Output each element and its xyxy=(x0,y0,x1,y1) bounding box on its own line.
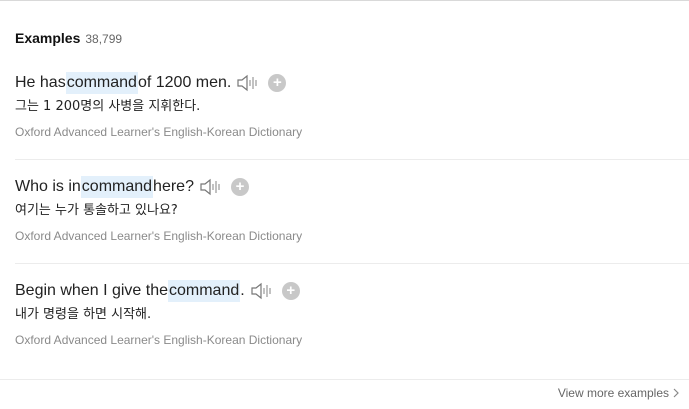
speaker-icon[interactable] xyxy=(199,177,223,197)
example-translation: 여기는 누가 통솔하고 있나요? xyxy=(15,203,178,218)
example-item: Begin when I give the command . + 내가 명령을… xyxy=(15,280,689,348)
section-header: Examples 38,799 xyxy=(15,30,122,50)
plus-circle-icon[interactable]: + xyxy=(230,178,249,196)
speaker-icon[interactable] xyxy=(250,281,274,301)
sentence-text-after: . xyxy=(240,282,245,299)
keyword-highlight[interactable]: command xyxy=(168,280,241,302)
example-source: Oxford Advanced Learner's English-Korean… xyxy=(15,125,303,139)
speaker-icon[interactable] xyxy=(236,73,260,93)
sentence-text-after: of 1200 men. xyxy=(137,74,232,91)
example-sentence: Who is in command here? + xyxy=(15,176,689,198)
divider xyxy=(15,159,689,160)
chevron-right-icon xyxy=(673,388,679,398)
sentence-text-after: here? xyxy=(153,178,194,195)
view-more-examples-link[interactable]: View more examples xyxy=(558,386,679,400)
example-source: Oxford Advanced Learner's English-Korean… xyxy=(15,333,303,347)
section-count: 38,799 xyxy=(85,32,123,46)
sentence-text-before: Who is in xyxy=(15,178,81,195)
keyword-highlight[interactable]: command xyxy=(65,72,138,94)
top-border xyxy=(0,0,689,1)
plus-circle-icon[interactable]: + xyxy=(268,74,287,92)
example-item: Who is in command here? + 여기는 누가 통솔하고 있나… xyxy=(15,176,689,244)
divider xyxy=(15,263,689,264)
sentence-text-before: He has xyxy=(15,74,66,91)
plus-circle-icon[interactable]: + xyxy=(281,282,300,300)
divider xyxy=(0,379,689,380)
example-source: Oxford Advanced Learner's English-Korean… xyxy=(15,229,303,243)
example-translation: 그는 1 200명의 사병을 지휘한다. xyxy=(15,99,201,114)
example-sentence: Begin when I give the command . + xyxy=(15,280,689,302)
example-item: He has command of 1200 men. + 그는 1 200명의… xyxy=(15,72,689,140)
keyword-highlight[interactable]: command xyxy=(80,176,154,198)
sentence-text-before: Begin when I give the xyxy=(15,282,168,299)
example-translation: 내가 명령을 하면 시작해. xyxy=(15,307,152,322)
examples-panel: Examples 38,799 He has command of 1200 m… xyxy=(0,0,689,409)
section-title: Examples xyxy=(15,30,81,46)
view-more-label: View more examples xyxy=(557,386,669,400)
example-sentence: He has command of 1200 men. + xyxy=(15,72,689,94)
